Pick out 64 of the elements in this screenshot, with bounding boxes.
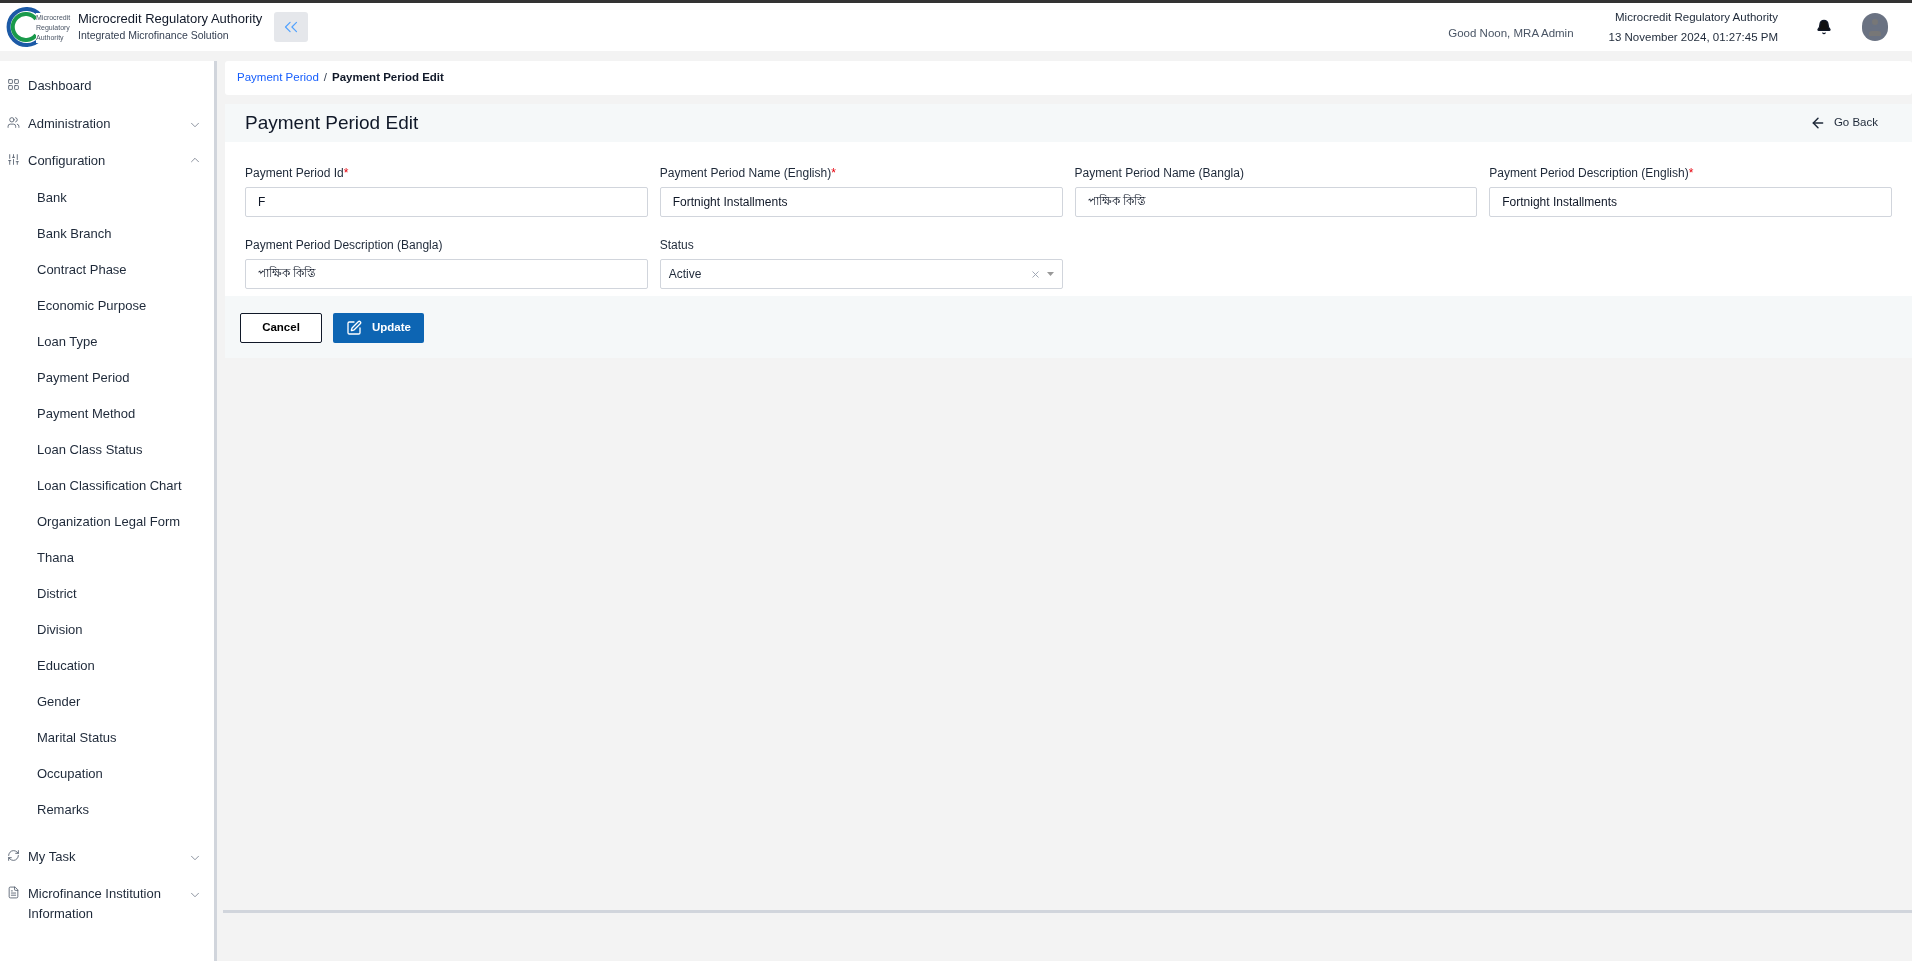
submenu-item[interactable]: Marital Status (0, 719, 214, 756)
submenu-item[interactable]: Bank (0, 179, 214, 216)
update-button[interactable]: Update (333, 313, 424, 343)
required-asterisk: * (831, 165, 836, 182)
submenu-item[interactable]: Gender (0, 683, 214, 720)
submenu-item[interactable]: Payment Period (0, 359, 214, 396)
field-label: Payment Period Description (Bangla) (245, 237, 443, 254)
sidebar-label: Administration (28, 114, 111, 133)
breadcrumb-link[interactable]: Payment Period (237, 69, 319, 87)
sidebar-label: Microfinance Institution Information (28, 885, 162, 923)
org-name: Microcredit Regulatory Authority (1615, 10, 1778, 25)
datetime-text: 13 November 2024, 01:27:45 PM (1608, 30, 1778, 45)
page-title: Payment Period Edit (245, 110, 419, 135)
bell-icon[interactable] (1816, 19, 1832, 35)
submenu-item[interactable]: Organization Legal Form (0, 503, 214, 540)
sidebar-item[interactable]: Configuration (0, 142, 214, 180)
user-avatar[interactable] (1862, 13, 1888, 41)
required-asterisk: * (343, 165, 349, 182)
input-field[interactable]: F (245, 187, 648, 217)
submenu-item[interactable]: Occupation (0, 755, 214, 792)
menu-icon (7, 886, 20, 899)
sidebar-label: My Task (28, 847, 76, 866)
submenu-item[interactable]: District (0, 575, 214, 612)
required-asterisk: * (1688, 165, 1694, 182)
app-title: Microcredit Regulatory Authority (78, 10, 263, 27)
submenu-item[interactable]: Division (0, 611, 214, 648)
submenu-item[interactable]: Thana (0, 539, 214, 576)
sidebar-item[interactable]: Dashboard (0, 67, 214, 105)
submenu-item[interactable]: Education (0, 647, 214, 684)
input-field[interactable]: Fortnight Installments (659, 187, 1063, 217)
submenu-item[interactable]: Loan Type (0, 323, 214, 360)
input-field[interactable]: Fortnight Installments (1489, 187, 1892, 217)
app-subtitle: Integrated Microfinance Solution (78, 28, 230, 43)
breadcrumb-separator: / (323, 70, 328, 86)
submenu-item[interactable]: Economic Purpose (0, 287, 214, 324)
submenu-item[interactable]: Payment Method (0, 395, 214, 432)
sidebar-item[interactable]: Administration (0, 104, 214, 142)
menu-icon (7, 115, 20, 129)
menu-icon (7, 848, 20, 862)
menu-icon (7, 78, 20, 91)
go-back-link[interactable]: Go Back (1809, 114, 1878, 132)
edit-icon (346, 320, 362, 336)
submenu-item[interactable]: Loan Classification Chart (0, 467, 214, 504)
field-label: Payment Period Name (Bangla) (1074, 165, 1244, 182)
sidebar-label: Configuration (28, 152, 106, 170)
status-select[interactable]: Active (659, 259, 1063, 289)
breadcrumb-current: Payment Period Edit (332, 70, 444, 86)
menu-icon (7, 153, 20, 166)
sidebar-item[interactable]: Microfinance Institution Information (0, 875, 214, 932)
dropdown-caret-icon (1046, 272, 1054, 276)
cancel-button[interactable]: Cancel (240, 313, 322, 343)
submenu-item[interactable]: Bank Branch (0, 215, 214, 252)
field-label: Payment Period Id (245, 165, 344, 182)
greeting-text: Good Noon, MRA Admin (1448, 25, 1574, 41)
field-label: Payment Period Name (English) (659, 165, 832, 182)
input-field[interactable]: পাক্ষিক কিস্তি (245, 259, 648, 289)
submenu-item[interactable]: Loan Class Status (0, 431, 214, 468)
field-label: Payment Period Description (English) (1489, 165, 1689, 182)
input-field[interactable]: পাক্ষিক কিস্তি (1074, 187, 1478, 217)
submenu-item[interactable]: Contract Phase (0, 251, 214, 288)
submenu-item[interactable]: Remarks (0, 791, 214, 828)
field-label: Status (659, 237, 694, 254)
sidebar-item[interactable]: My Task (0, 837, 214, 875)
sidebar-label: Dashboard (28, 77, 92, 95)
